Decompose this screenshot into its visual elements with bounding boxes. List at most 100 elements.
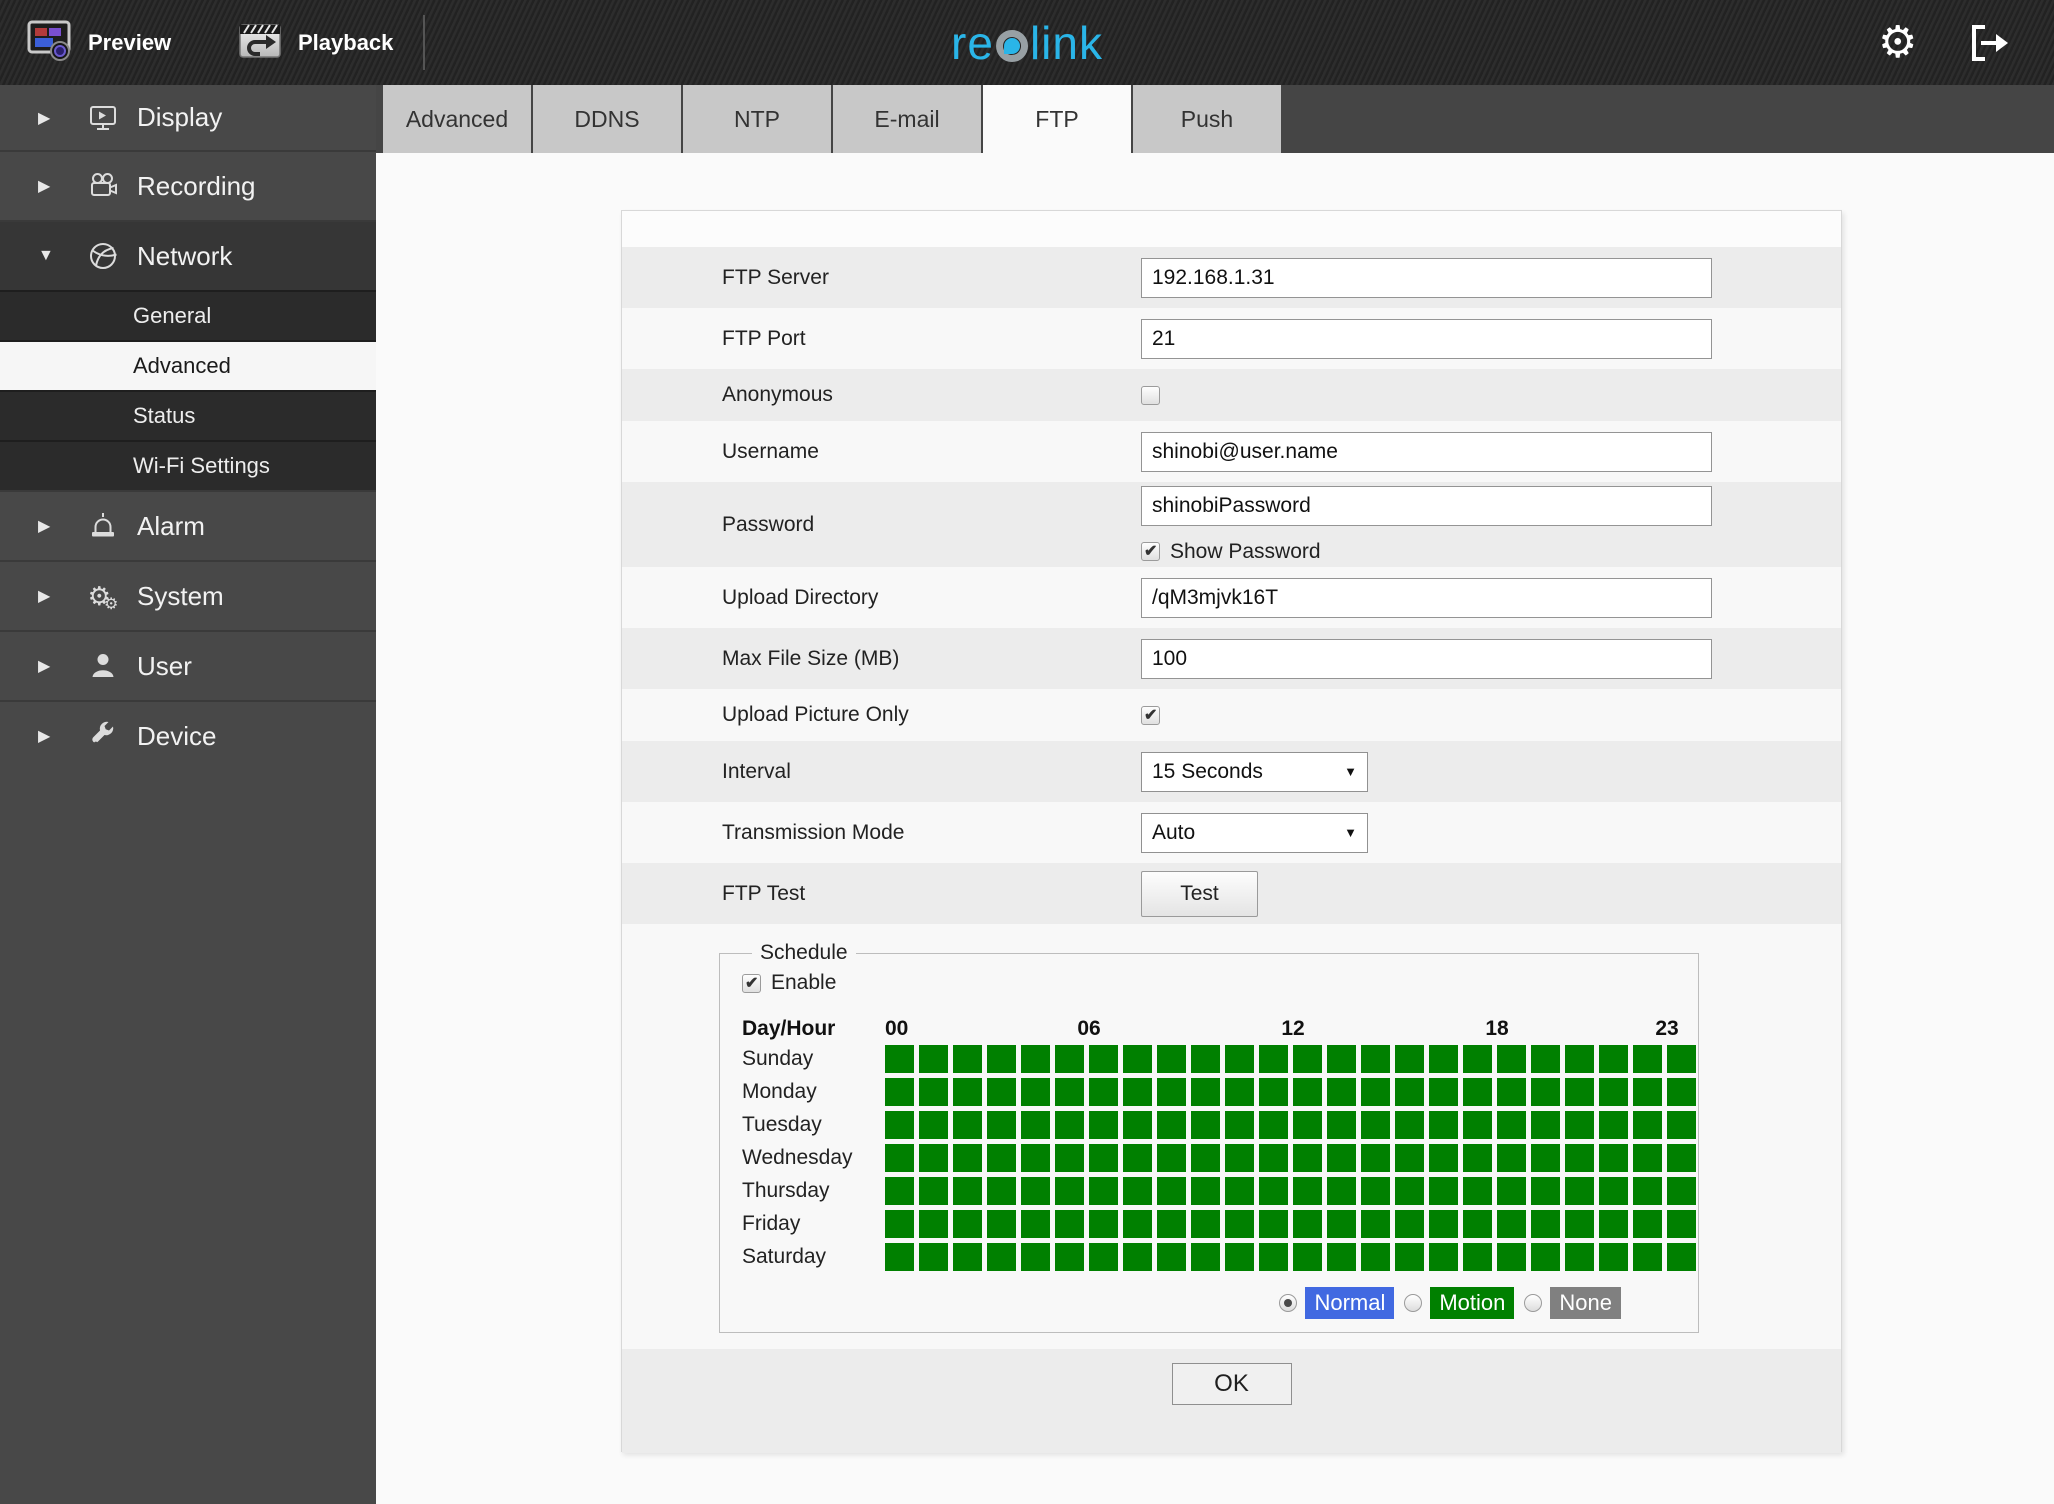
- logout-icon[interactable]: [1968, 24, 2010, 67]
- show-password-checkbox[interactable]: [1141, 541, 1160, 561]
- schedule-cell[interactable]: [953, 1144, 982, 1172]
- schedule-cell[interactable]: [1123, 1144, 1152, 1172]
- mode-chip-normal[interactable]: Normal: [1305, 1287, 1395, 1319]
- schedule-cell[interactable]: [1259, 1045, 1288, 1073]
- schedule-cell[interactable]: [1667, 1078, 1696, 1106]
- schedule-cell[interactable]: [1667, 1144, 1696, 1172]
- schedule-cell[interactable]: [1191, 1078, 1220, 1106]
- schedule-cell[interactable]: [1497, 1045, 1526, 1073]
- schedule-cell[interactable]: [1293, 1144, 1322, 1172]
- tab-e-mail[interactable]: E-mail: [833, 85, 981, 153]
- mode-radio-none[interactable]: [1524, 1294, 1543, 1312]
- schedule-cell[interactable]: [1055, 1045, 1084, 1073]
- schedule-cell[interactable]: [1463, 1078, 1492, 1106]
- schedule-cell[interactable]: [1531, 1177, 1560, 1205]
- schedule-cell[interactable]: [1327, 1210, 1356, 1238]
- schedule-cell[interactable]: [1157, 1078, 1186, 1106]
- password-input[interactable]: [1141, 485, 1712, 526]
- schedule-cell[interactable]: [1089, 1243, 1118, 1271]
- schedule-cell[interactable]: [1327, 1078, 1356, 1106]
- schedule-cell[interactable]: [1055, 1210, 1084, 1238]
- schedule-cell[interactable]: [1157, 1045, 1186, 1073]
- schedule-cell[interactable]: [1429, 1243, 1458, 1271]
- anonymous-checkbox[interactable]: [1141, 385, 1160, 405]
- mode-radio-motion[interactable]: [1404, 1294, 1423, 1312]
- ftp-test-button[interactable]: Test: [1141, 870, 1258, 917]
- schedule-cell[interactable]: [1463, 1111, 1492, 1139]
- settings-gear-icon[interactable]: ⚙: [1878, 0, 1917, 85]
- schedule-cell[interactable]: [885, 1177, 914, 1205]
- schedule-cell[interactable]: [1667, 1045, 1696, 1073]
- schedule-cell[interactable]: [1497, 1144, 1526, 1172]
- schedule-cell[interactable]: [1463, 1045, 1492, 1073]
- schedule-cell[interactable]: [1089, 1177, 1118, 1205]
- interval-select[interactable]: 15 Seconds ▼: [1141, 751, 1368, 792]
- schedule-cell[interactable]: [1395, 1078, 1424, 1106]
- schedule-cell[interactable]: [1191, 1177, 1220, 1205]
- schedule-cell[interactable]: [1089, 1078, 1118, 1106]
- upload-picture-only-checkbox[interactable]: [1141, 705, 1160, 725]
- schedule-cell[interactable]: [1225, 1243, 1254, 1271]
- schedule-cell[interactable]: [953, 1111, 982, 1139]
- username-input[interactable]: [1141, 431, 1712, 472]
- mode-chip-motion[interactable]: Motion: [1430, 1287, 1515, 1319]
- schedule-cell[interactable]: [1565, 1045, 1594, 1073]
- schedule-cell[interactable]: [1089, 1111, 1118, 1139]
- schedule-cell[interactable]: [885, 1243, 914, 1271]
- schedule-cell[interactable]: [1259, 1111, 1288, 1139]
- schedule-cell[interactable]: [919, 1243, 948, 1271]
- schedule-cell[interactable]: [1361, 1078, 1390, 1106]
- tab-ntp[interactable]: NTP: [683, 85, 831, 153]
- schedule-cell[interactable]: [1123, 1210, 1152, 1238]
- schedule-cell[interactable]: [1531, 1210, 1560, 1238]
- schedule-cell[interactable]: [1225, 1045, 1254, 1073]
- schedule-cell[interactable]: [1089, 1045, 1118, 1073]
- schedule-cell[interactable]: [1293, 1111, 1322, 1139]
- tab-advanced[interactable]: Advanced: [383, 85, 531, 153]
- schedule-cell[interactable]: [1259, 1243, 1288, 1271]
- max-file-size-mb-input[interactable]: [1141, 638, 1712, 679]
- tab-ddns[interactable]: DDNS: [533, 85, 681, 153]
- schedule-cell[interactable]: [1599, 1111, 1628, 1139]
- schedule-cell[interactable]: [1157, 1144, 1186, 1172]
- schedule-cell[interactable]: [1191, 1144, 1220, 1172]
- schedule-cell[interactable]: [1429, 1144, 1458, 1172]
- schedule-cell[interactable]: [1157, 1243, 1186, 1271]
- schedule-cell[interactable]: [1565, 1177, 1594, 1205]
- schedule-cell[interactable]: [1259, 1078, 1288, 1106]
- schedule-cell[interactable]: [1599, 1243, 1628, 1271]
- schedule-cell[interactable]: [885, 1045, 914, 1073]
- ok-button[interactable]: OK: [1171, 1363, 1292, 1405]
- schedule-cell[interactable]: [1021, 1243, 1050, 1271]
- schedule-cell[interactable]: [1395, 1111, 1424, 1139]
- schedule-cell[interactable]: [1191, 1243, 1220, 1271]
- schedule-cell[interactable]: [1429, 1177, 1458, 1205]
- schedule-cell[interactable]: [1157, 1177, 1186, 1205]
- schedule-cell[interactable]: [1259, 1144, 1288, 1172]
- schedule-cell[interactable]: [987, 1210, 1016, 1238]
- schedule-cell[interactable]: [1633, 1144, 1662, 1172]
- schedule-cell[interactable]: [1021, 1210, 1050, 1238]
- schedule-cell[interactable]: [1021, 1078, 1050, 1106]
- schedule-cell[interactable]: [919, 1078, 948, 1106]
- schedule-cell[interactable]: [1327, 1177, 1356, 1205]
- schedule-cell[interactable]: [1565, 1144, 1594, 1172]
- schedule-cell[interactable]: [1463, 1243, 1492, 1271]
- schedule-cell[interactable]: [1089, 1210, 1118, 1238]
- sidebar-subitem-advanced[interactable]: Advanced: [0, 340, 376, 390]
- schedule-cell[interactable]: [1123, 1045, 1152, 1073]
- schedule-cell[interactable]: [1395, 1243, 1424, 1271]
- schedule-cell[interactable]: [1191, 1111, 1220, 1139]
- schedule-cell[interactable]: [1293, 1078, 1322, 1106]
- schedule-cell[interactable]: [1429, 1045, 1458, 1073]
- transmission-mode-select[interactable]: Auto ▼: [1141, 812, 1368, 853]
- tab-ftp[interactable]: FTP: [983, 85, 1131, 153]
- schedule-cell[interactable]: [919, 1177, 948, 1205]
- schedule-cell[interactable]: [1361, 1111, 1390, 1139]
- schedule-cell[interactable]: [1293, 1045, 1322, 1073]
- schedule-cell[interactable]: [1531, 1144, 1560, 1172]
- sidebar-item-user[interactable]: ▶ User: [0, 630, 376, 700]
- schedule-cell[interactable]: [1599, 1045, 1628, 1073]
- sidebar-item-network[interactable]: ▼ Network: [0, 220, 376, 290]
- schedule-cell[interactable]: [1293, 1177, 1322, 1205]
